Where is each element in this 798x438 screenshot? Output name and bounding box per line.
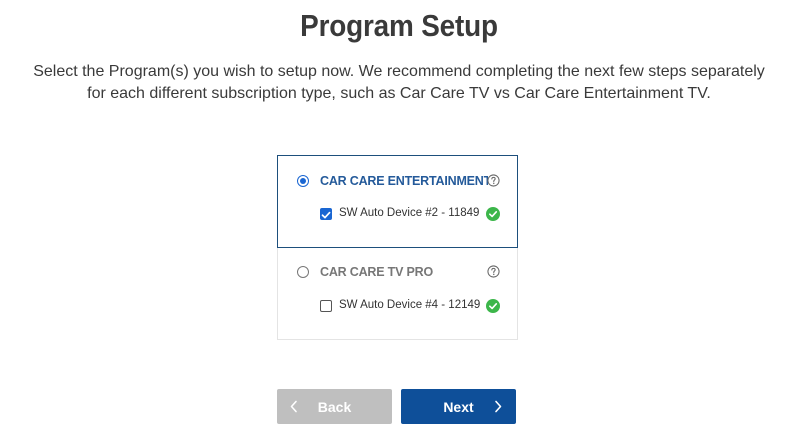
question-circle-icon[interactable]: [487, 174, 500, 187]
device-label[interactable]: SW Auto Device #4 - 12149: [339, 299, 480, 311]
page-title: Program Setup: [300, 8, 498, 43]
check-circle-icon: [486, 207, 500, 221]
checkmark-icon: [321, 211, 331, 219]
description-line-2: for each different subscription type, su…: [87, 85, 711, 102]
next-button[interactable]: Next: [401, 389, 516, 424]
program-radio-unselected[interactable]: [297, 266, 309, 278]
program-name[interactable]: CAR CARE TV PRO: [320, 265, 488, 279]
device-label[interactable]: SW Auto Device #2 - 11849: [339, 207, 479, 219]
chevron-right-icon: [495, 400, 502, 413]
program-radio-selected[interactable]: [297, 175, 309, 187]
program-list: CAR CARE ENTERTAINMENT TV SW Auto Device…: [277, 155, 518, 340]
check-circle-icon: [486, 299, 500, 313]
back-button[interactable]: Back: [277, 389, 392, 424]
program-name[interactable]: CAR CARE ENTERTAINMENT TV: [320, 174, 488, 188]
back-button-label: Back: [317, 399, 352, 415]
question-circle-icon[interactable]: [487, 265, 500, 278]
program-option-car-care-entertainment-tv[interactable]: CAR CARE ENTERTAINMENT TV SW Auto Device…: [277, 155, 518, 248]
description-line-1: Select the Program(s) you wish to setup …: [33, 63, 765, 80]
page-description: Select the Program(s) you wish to setup …: [0, 61, 798, 105]
device-checkbox-unchecked[interactable]: [320, 300, 332, 312]
device-checkbox-checked[interactable]: [320, 208, 332, 220]
program-option-car-care-tv-pro[interactable]: CAR CARE TV PRO SW Auto Device #4 - 1214…: [278, 248, 519, 340]
